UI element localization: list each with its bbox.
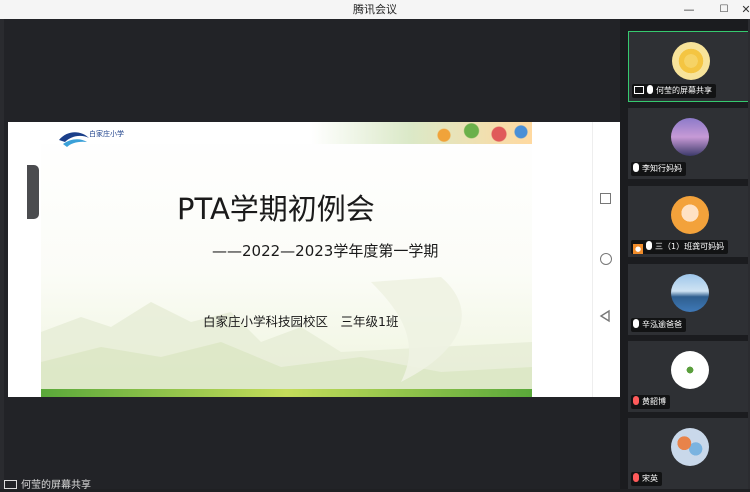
user-icon: ● bbox=[633, 244, 643, 254]
participant-label: 李知行妈妈 bbox=[631, 162, 686, 176]
minimize-button[interactable]: — bbox=[676, 0, 702, 19]
slide-school-class: 白家庄小学科技园校区 三年级1班 bbox=[203, 314, 399, 329]
school-logo-text: 白家庄小学 bbox=[89, 130, 124, 138]
participant-tile[interactable]: ● 三（1）班龚可妈妈 bbox=[628, 186, 749, 257]
participant-label: ● 三（1）班龚可妈妈 bbox=[631, 240, 729, 254]
avatar bbox=[671, 351, 709, 389]
presentation-slide: 白家庄小学 PTA学期初例会 ——2022—2023学年度第一学期 白家庄小学科… bbox=[41, 122, 532, 397]
screen-share-icon bbox=[4, 480, 17, 489]
recent-apps-icon bbox=[600, 193, 611, 204]
side-drawer-handle[interactable] bbox=[27, 165, 39, 219]
avatar bbox=[671, 274, 709, 312]
avatar bbox=[671, 196, 709, 234]
participant-label: 辛泓逾爸爸 bbox=[631, 318, 686, 332]
mic-muted-icon bbox=[633, 396, 639, 405]
slide-subtitle: ——2022—2023学年度第一学期 bbox=[212, 242, 439, 260]
participant-tile[interactable]: 黄韶博 bbox=[628, 341, 749, 412]
mic-icon bbox=[633, 319, 639, 328]
participant-tile[interactable]: 李知行妈妈 bbox=[628, 108, 749, 179]
avatar bbox=[671, 118, 709, 156]
mic-icon bbox=[633, 163, 639, 172]
avatar bbox=[672, 42, 710, 80]
participant-tile[interactable]: 辛泓逾爸爸 bbox=[628, 264, 749, 335]
hands-decoration bbox=[422, 122, 532, 144]
close-button[interactable]: ✕ bbox=[733, 0, 750, 19]
home-icon bbox=[600, 253, 612, 265]
back-icon bbox=[599, 309, 610, 323]
mic-icon bbox=[646, 241, 652, 250]
participant-label: 何莹的屏幕共享 bbox=[632, 84, 716, 98]
window-title: 腾讯会议 bbox=[353, 3, 397, 16]
screen-share-icon bbox=[634, 86, 644, 94]
participant-tile[interactable]: 何莹的屏幕共享 bbox=[628, 31, 749, 102]
participant-label: 黄韶博 bbox=[631, 395, 670, 409]
slide-footer-band bbox=[41, 389, 532, 397]
great-wall-watermark-icon bbox=[41, 277, 532, 397]
slide-title: PTA学期初例会 bbox=[177, 192, 375, 226]
avatar bbox=[671, 428, 709, 466]
screen-share-label: 何莹的屏幕共享 bbox=[4, 480, 91, 492]
participant-tile[interactable]: 宋英 bbox=[628, 418, 749, 489]
mic-muted-icon bbox=[633, 473, 639, 482]
participant-label: 宋英 bbox=[631, 472, 662, 486]
mic-icon bbox=[647, 85, 653, 94]
